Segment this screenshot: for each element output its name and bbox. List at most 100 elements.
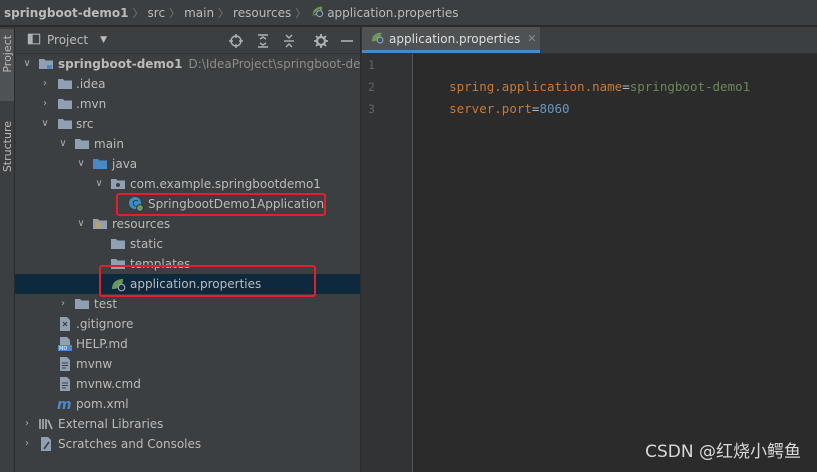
chevron-right-icon[interactable]: › — [57, 294, 69, 314]
chevron-down-icon[interactable]: ∨ — [93, 174, 105, 194]
crosshair-icon[interactable] — [228, 33, 244, 49]
tree-label: resources — [112, 217, 171, 231]
source-folder-icon — [92, 156, 108, 172]
tree-label: java — [112, 157, 138, 171]
chevron-down-icon[interactable]: ∨ — [75, 214, 87, 234]
tree-item-gitignore[interactable]: .gitignore — [15, 314, 360, 334]
package-icon — [110, 176, 126, 192]
tree-item-help-md[interactable]: MD HELP.md — [15, 334, 360, 354]
spring-leaf-icon — [370, 30, 384, 47]
breadcrumb-project[interactable]: springboot-demo1 — [4, 6, 129, 20]
editor-tab-bar: application.properties ✕ — [362, 27, 817, 54]
tree-item-mvnw-cmd[interactable]: mvnw.cmd — [15, 374, 360, 394]
tree-label: src — [76, 117, 94, 131]
equals-sign: = — [622, 79, 630, 94]
breadcrumb-file[interactable]: application.properties — [327, 6, 458, 20]
collapse-all-icon[interactable] — [281, 33, 297, 49]
tree-label: HELP.md — [76, 337, 128, 351]
folder-icon — [57, 76, 73, 92]
tree-item-pom[interactable]: m pom.xml — [15, 394, 360, 414]
code-line-2[interactable]: server.port=8060 — [419, 76, 569, 116]
tree-item-root[interactable]: ∨ springboot-demo1 D:\IdeaProject\springb… — [15, 54, 360, 74]
property-value: 8060 — [539, 101, 570, 116]
breadcrumb-main[interactable]: main — [184, 6, 214, 20]
tree-item-java[interactable]: ∨ java — [15, 154, 360, 174]
structure-tool-tab[interactable]: Structure — [0, 117, 14, 203]
tree-label: static — [130, 237, 163, 251]
breadcrumb-src[interactable]: src — [148, 6, 166, 20]
tree-item-scratches[interactable]: › Scratches and Consoles — [15, 434, 360, 454]
tree-label: main — [94, 137, 124, 151]
tab-label: application.properties — [389, 31, 521, 46]
tree-item-templates[interactable]: templates — [15, 254, 360, 274]
tree-item-test[interactable]: › test — [15, 294, 360, 314]
chevron-right-icon[interactable]: › — [39, 94, 51, 114]
tree-label: .gitignore — [76, 317, 134, 331]
root-project-path: D:\IdeaProject\springboot-dem — [188, 57, 360, 71]
breadcrumb: springboot-demo1 〉 src 〉 main 〉 resource… — [0, 0, 817, 26]
breadcrumb-resources[interactable]: resources — [233, 6, 291, 20]
chevron-down-icon[interactable]: ∨ — [39, 114, 51, 134]
breadcrumb-separator: 〉 — [218, 6, 230, 20]
tree-label: SpringbootDemo1Application — [148, 197, 325, 211]
property-value: springboot-demo1 — [629, 79, 751, 94]
project-view-selector[interactable]: Project ▼ — [27, 32, 107, 49]
tree-item-mvnw[interactable]: mvnw — [15, 354, 360, 374]
tree-item-app-class[interactable]: C SpringbootDemo1Application — [15, 194, 360, 214]
file-icon — [57, 376, 73, 392]
minimize-icon[interactable] — [339, 33, 355, 49]
project-panel: Project ▼ ∨ springboot-demo1 D:\IdeaProje… — [15, 27, 360, 472]
folder-icon — [57, 96, 73, 112]
editor: application.properties ✕ 1 2 3 spring.ap… — [361, 27, 817, 472]
svg-text:m: m — [57, 397, 72, 412]
libraries-icon — [38, 416, 54, 432]
file-icon — [57, 316, 73, 332]
tree-item-main[interactable]: ∨ main — [15, 134, 360, 154]
tree-item-src[interactable]: ∨ src — [15, 114, 360, 134]
tree-item-application-properties[interactable]: application.properties — [15, 274, 360, 294]
project-tool-tab[interactable]: Project — [0, 29, 14, 101]
folder-icon — [110, 236, 126, 252]
folder-icon — [110, 256, 126, 272]
tree-label: .idea — [76, 77, 106, 91]
markdown-icon: MD — [57, 336, 73, 352]
project-tree: ∨ springboot-demo1 D:\IdeaProject\springb… — [15, 54, 360, 472]
chevron-down-icon[interactable]: ∨ — [57, 134, 69, 154]
tree-item-external-libraries[interactable]: › External Libraries — [15, 414, 360, 434]
folder-icon — [74, 136, 90, 152]
tree-label: mvnw — [76, 357, 113, 371]
line-number: 1 — [368, 58, 375, 72]
panel-title: Project — [47, 33, 89, 47]
chevron-down-icon: ▼ — [100, 35, 107, 45]
project-panel-header: Project ▼ — [15, 27, 360, 54]
line-number: 3 — [368, 102, 375, 116]
spring-leaf-icon — [110, 276, 126, 292]
project-tool-tab-label: Project — [1, 35, 14, 73]
chevron-right-icon[interactable]: › — [21, 414, 33, 434]
close-icon[interactable]: ✕ — [527, 32, 536, 45]
tree-label: templates — [130, 257, 191, 271]
tree-item-resources[interactable]: ∨ resources — [15, 214, 360, 234]
gear-icon[interactable] — [313, 33, 329, 49]
tree-item-mvn[interactable]: › .mvn — [15, 94, 360, 114]
resources-folder-icon — [92, 216, 108, 232]
chevron-down-icon[interactable]: ∨ — [21, 54, 33, 74]
structure-tool-tab-label: Structure — [1, 121, 14, 173]
tree-label: test — [94, 297, 118, 311]
tree-label: Scratches and Consoles — [58, 437, 202, 451]
breadcrumb-separator: 〉 — [169, 6, 181, 20]
tree-item-static[interactable]: static — [15, 234, 360, 254]
tree-item-package[interactable]: ∨ com.example.springbootdemo1 — [15, 174, 360, 194]
module-folder-icon — [38, 56, 54, 72]
chevron-right-icon[interactable]: › — [39, 74, 51, 94]
property-key: server.port — [449, 101, 532, 116]
tree-item-idea[interactable]: › .idea — [15, 74, 360, 94]
folder-icon — [74, 296, 90, 312]
file-icon — [57, 356, 73, 372]
tree-label: pom.xml — [76, 397, 129, 411]
chevron-right-icon[interactable]: › — [21, 434, 33, 454]
code-line-1[interactable]: spring.application.name=springboot-demo1 — [419, 54, 750, 94]
chevron-down-icon[interactable]: ∨ — [75, 154, 87, 174]
expand-all-icon[interactable] — [255, 33, 271, 49]
tab-application-properties[interactable]: application.properties ✕ — [362, 27, 540, 53]
